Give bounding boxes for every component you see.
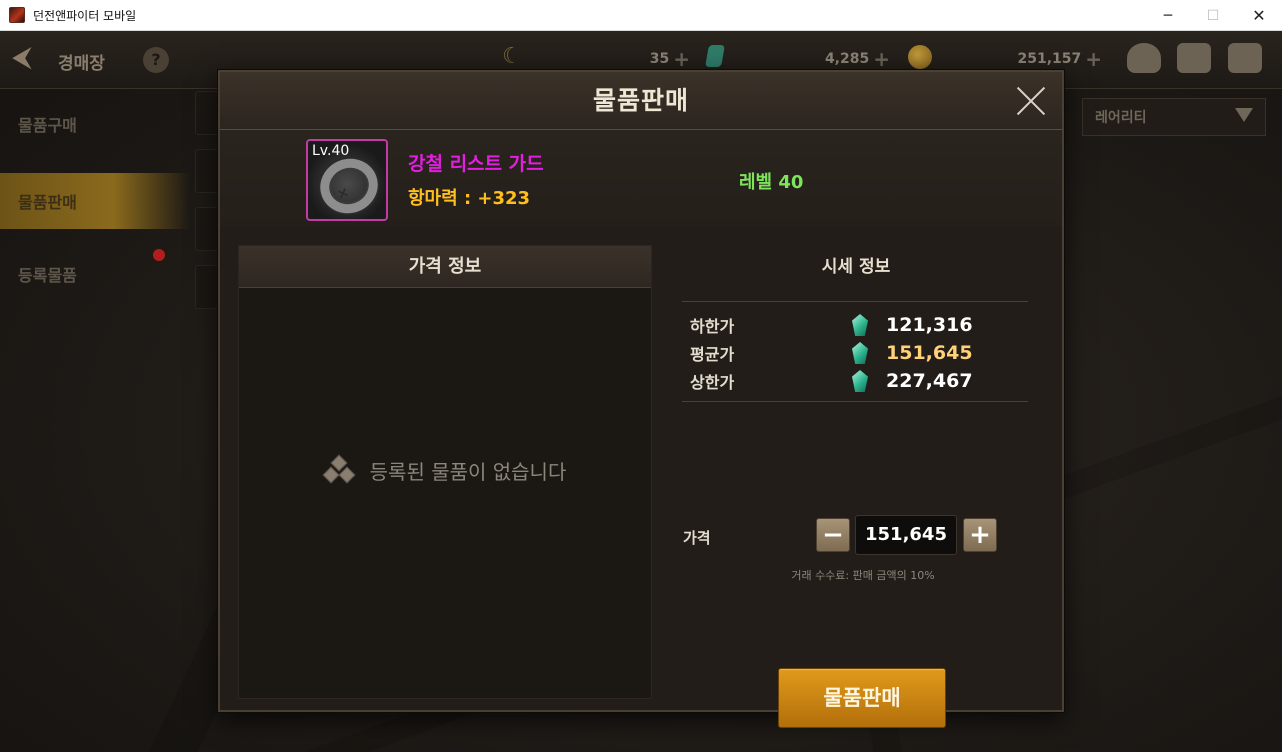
item-level-badge: Lv.40 <box>312 143 350 159</box>
divider <box>682 401 1028 402</box>
item-info-strip: Lv.40 강철 리스트 가드 항마력 : +323 레벨 40 <box>220 130 1062 226</box>
dropdown-arrow-icon <box>1235 108 1253 122</box>
sell-item-modal: 물품판매 Lv.40 강철 리스트 가드 항마력 : +323 레벨 40 가격… <box>218 70 1064 728</box>
currency-gem: 4,285 + <box>760 47 890 71</box>
market-info-title: 시세 정보 <box>821 257 891 277</box>
price-decrease-button[interactable]: − <box>816 518 850 552</box>
chat-icon[interactable] <box>1228 43 1262 73</box>
cubes-icon <box>322 454 356 485</box>
divider <box>682 301 1028 302</box>
market-row-value: 151,645 <box>886 342 973 364</box>
back-arrow-icon[interactable]: ⮜ <box>12 43 32 71</box>
gem-currency-icon <box>705 45 725 67</box>
modal-header: 물품판매 <box>220 72 1062 130</box>
rarity-dropdown-label: 레어리티 <box>1095 110 1147 126</box>
gem-icon <box>852 314 868 336</box>
minimize-button[interactable]: ─ <box>1145 0 1191 31</box>
price-info-panel: 가격 정보 등록된 물품이 없습니다 <box>238 245 652 699</box>
app-icon <box>9 7 25 23</box>
currency-moon: 35 + <box>560 47 690 71</box>
fee-note: 거래 수수료: 판매 금액의 10% <box>791 569 935 582</box>
market-row-value: 121,316 <box>886 314 973 336</box>
inventory-bag-icon[interactable] <box>1127 43 1161 73</box>
window-close-button[interactable]: ✕ <box>1236 0 1282 31</box>
sidebar-item-buy[interactable]: 물품구매 <box>0 96 190 152</box>
currency-moon-value: 35 <box>649 51 670 67</box>
close-icon[interactable] <box>1014 84 1048 118</box>
empty-state-text: 등록된 물품이 없습니다 <box>369 460 567 484</box>
gem-icon <box>852 370 868 392</box>
currency-moon-plus[interactable]: + <box>673 47 690 71</box>
currency-gold-value: 251,157 <box>1017 51 1082 67</box>
market-row-label: 상한가 <box>690 373 735 392</box>
currency-gold: 251,157 + <box>970 47 1102 71</box>
item-stat: 항마력 : +323 <box>408 188 531 209</box>
currency-gem-plus[interactable]: + <box>873 47 890 71</box>
bracer-item-icon <box>312 150 386 219</box>
market-row-average: 평균가 151,645 <box>690 339 1020 367</box>
item-name: 강철 리스트 가드 <box>408 153 544 175</box>
item-level-requirement: 레벨 40 <box>739 172 804 193</box>
empty-state: 등록된 물품이 없습니다 <box>239 454 651 485</box>
price-info-header: 가격 정보 <box>239 246 651 288</box>
help-icon[interactable]: ? <box>143 47 169 73</box>
market-row-label: 평균가 <box>690 345 735 364</box>
sidebar-item-sell[interactable]: 물품판매 <box>0 173 190 229</box>
rarity-dropdown[interactable]: 레어리티 <box>1082 98 1266 136</box>
hud-title: 경매장 <box>58 54 105 74</box>
market-row-high: 상한가 227,467 <box>690 367 1020 395</box>
price-label: 가격 <box>683 529 711 547</box>
window-titlebar: 던전앤파이터 모바일 ─ ☐ ✕ <box>0 0 1282 31</box>
market-row-value: 227,467 <box>886 370 973 392</box>
gold-currency-icon <box>908 45 932 69</box>
notification-dot <box>153 249 165 261</box>
item-slot[interactable]: Lv.40 <box>306 139 388 221</box>
mail-icon[interactable] <box>1177 43 1211 73</box>
currency-gold-plus[interactable]: + <box>1085 47 1102 71</box>
gem-icon <box>852 342 868 364</box>
modal-title: 물품판매 <box>592 86 689 115</box>
market-row-low: 하한가 121,316 <box>690 311 1020 339</box>
market-row-label: 하한가 <box>690 317 735 336</box>
currency-gem-value: 4,285 <box>824 51 870 67</box>
price-increase-button[interactable]: + <box>963 518 997 552</box>
game-viewport: ⮜ 경매장 ? ☾ 35 + 4,285 + 251,157 + 물품구매 물품… <box>0 31 1282 752</box>
maximize-button[interactable]: ☐ <box>1190 0 1236 31</box>
moon-currency-icon: ☾ <box>502 44 522 69</box>
sell-button[interactable]: 물품판매 <box>778 668 946 728</box>
price-input[interactable]: 151,645 <box>855 515 957 555</box>
window-title: 던전앤파이터 모바일 <box>33 8 137 23</box>
